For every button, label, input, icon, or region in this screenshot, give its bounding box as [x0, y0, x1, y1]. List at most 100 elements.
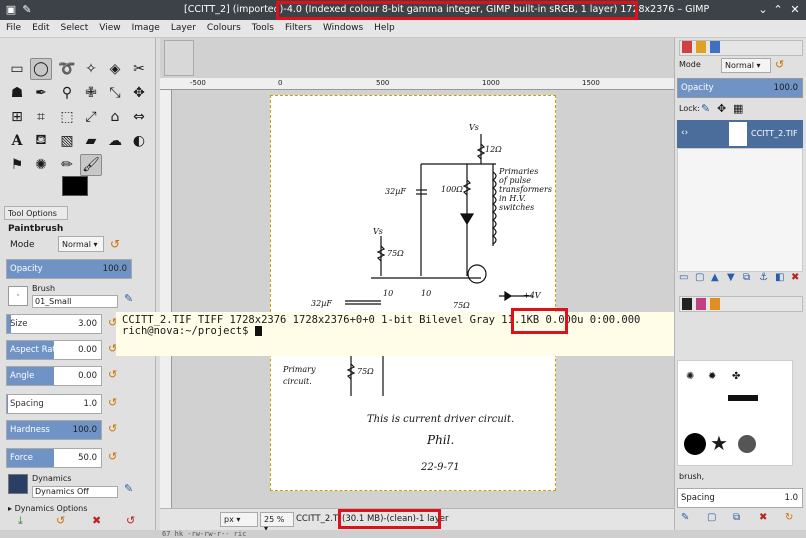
gradient-icon[interactable]: ▧	[56, 130, 78, 152]
duplicate-layer-icon[interactable]: ⧉	[743, 272, 750, 283]
new-brush-icon[interactable]: ▢	[707, 512, 716, 523]
smudge-icon[interactable]: ☁	[104, 130, 126, 152]
layers-list[interactable]	[677, 148, 803, 272]
image-thumbnail-tab[interactable]	[164, 40, 194, 76]
patterns-tab-icon[interactable]	[696, 298, 706, 310]
brush-bar-icon[interactable]	[728, 395, 758, 401]
text-tool-icon[interactable]: A	[6, 130, 28, 152]
dynamics-preview[interactable]	[8, 474, 28, 494]
menu-view[interactable]: View	[93, 20, 125, 33]
lock-alpha-icon[interactable]: ▦	[733, 102, 743, 115]
brush-name[interactable]: 01_Small	[32, 295, 118, 308]
menu-filters[interactable]: Filters	[279, 20, 317, 33]
anchor-layer-icon[interactable]: ⚓	[759, 272, 768, 283]
paths-icon[interactable]: ✒	[30, 82, 52, 104]
dodge-icon[interactable]: ◐	[128, 130, 150, 152]
paths-tab-icon[interactable]	[710, 41, 720, 53]
menu-file[interactable]: File	[0, 20, 26, 33]
delete-layer-icon[interactable]: ✖	[791, 272, 799, 283]
restore-options-icon[interactable]: ↺	[56, 514, 65, 527]
new-layer-group-icon[interactable]: ▭	[679, 272, 688, 283]
menu-colours[interactable]: Colours	[201, 20, 246, 33]
reset-icon[interactable]: ↺	[110, 237, 120, 251]
brush-splat-icon[interactable]: ✹	[708, 371, 716, 382]
cage-transform-icon[interactable]: ⌂	[104, 106, 126, 128]
edit-dynamics-icon[interactable]: ✎	[124, 482, 133, 495]
unit-select[interactable]: px ▾	[220, 512, 258, 527]
dynamics-value[interactable]: Dynamics Off	[32, 486, 118, 498]
move-icon[interactable]: ✥	[128, 82, 150, 104]
eraser-icon[interactable]: ▰	[80, 130, 102, 152]
force-slider[interactable]: Force 50.0	[6, 448, 102, 468]
new-layer-icon[interactable]: ▢	[695, 272, 704, 283]
brush-spacing-slider[interactable]: Spacing 1.0	[677, 488, 803, 508]
menu-layer[interactable]: Layer	[165, 20, 201, 33]
mask-layer-icon[interactable]: ◧	[775, 272, 784, 283]
foreground-color-swatch[interactable]	[62, 176, 88, 196]
dynamics-options-expander[interactable]: ▸ Dynamics Options	[8, 504, 87, 513]
lower-layer-icon[interactable]: ▼	[727, 272, 735, 283]
menu-windows[interactable]: Windows	[317, 20, 368, 33]
heal-icon[interactable]: ✺	[30, 154, 52, 176]
layers-mode-select[interactable]: Normal ▾	[721, 58, 771, 73]
layer-row[interactable]: ‹› CCITT_2.TIF	[677, 120, 803, 148]
warp-transform-icon[interactable]: ⤢	[80, 106, 102, 128]
measure-icon[interactable]: ⤡	[104, 82, 126, 104]
reset-angle-icon[interactable]: ↺	[108, 368, 117, 381]
size-slider[interactable]: Size 3.00	[6, 314, 102, 334]
select-by-color-icon[interactable]: ◈	[104, 58, 126, 80]
lock-pixels-icon[interactable]: ✎	[701, 102, 710, 115]
terminal-overlay[interactable]: CCITT_2.TIF TIFF 1728x2376 1728x2376+0+0…	[116, 312, 771, 356]
flip-icon[interactable]: ⇔	[128, 106, 150, 128]
spacing-slider[interactable]: Spacing 1.0	[6, 394, 102, 414]
duplicate-brush-icon[interactable]: ⧉	[733, 512, 740, 523]
menu-tools[interactable]: Tools	[246, 20, 279, 33]
brush-soft-circle-icon[interactable]	[738, 435, 756, 453]
tab-tool-options[interactable]: Tool Options	[4, 206, 68, 220]
brush-filter-field[interactable]: brush,	[679, 472, 704, 481]
brush-star-icon[interactable]: ✺	[686, 371, 694, 382]
color-picker-icon[interactable]: ⚲	[56, 82, 78, 104]
ellipse-select-icon[interactable]: ◯	[30, 58, 52, 80]
aspect-ratio-slider[interactable]: Aspect Ratio 0.00	[6, 340, 102, 360]
delete-options-icon[interactable]: ✖	[92, 514, 101, 527]
chevron-up-icon[interactable]: ⌃	[771, 3, 785, 17]
zoom-icon[interactable]: ✙	[80, 82, 102, 104]
close-icon[interactable]: ✕	[788, 3, 802, 17]
reset-force-icon[interactable]: ↺	[108, 450, 117, 463]
brush-hard-circle-icon[interactable]	[684, 433, 706, 455]
menu-help[interactable]: Help	[368, 20, 400, 33]
layers-tab-icon[interactable]	[682, 41, 692, 53]
brush-star-large-icon[interactable]: ★	[710, 431, 728, 455]
lock-position-icon[interactable]: ✥	[717, 102, 726, 115]
fuzzy-select-icon[interactable]: ✧	[80, 58, 102, 80]
paintbrush-icon[interactable]: 🖌	[80, 154, 102, 176]
chevron-down-icon[interactable]: ⌄	[756, 3, 770, 17]
fonts-tab-icon[interactable]	[710, 298, 720, 310]
brush-preview[interactable]: ·	[8, 286, 28, 306]
zoom-select[interactable]: 25 % ▾	[260, 512, 294, 533]
pin-icon[interactable]: ✎	[20, 3, 34, 17]
brush-leaf-icon[interactable]: ✤	[732, 371, 740, 382]
edit-brush-dock-icon[interactable]: ✎	[681, 512, 689, 523]
image-canvas[interactable]: Vs 12Ω Primaries of pulse transformers i…	[270, 95, 556, 491]
layers-mode-reset-icon[interactable]: ↺	[775, 58, 784, 71]
rect-select-icon[interactable]: ▭	[6, 58, 28, 80]
scissors-icon[interactable]: ✂	[128, 58, 150, 80]
edit-brush-icon[interactable]: ✎	[124, 292, 133, 305]
align-icon[interactable]: ⊞	[6, 106, 28, 128]
menu-edit[interactable]: Edit	[26, 20, 54, 33]
opacity-slider[interactable]: Opacity 100.0	[6, 259, 132, 279]
brushes-tab-icon[interactable]	[682, 298, 692, 310]
menu-select[interactable]: Select	[55, 20, 94, 33]
unified-transform-icon[interactable]: ⬚	[56, 106, 78, 128]
lasso-icon[interactable]: ➰	[56, 58, 78, 80]
menu-image[interactable]: Image	[126, 20, 165, 33]
layers-opacity-slider[interactable]: Opacity 100.0	[677, 78, 803, 98]
horizontal-ruler[interactable]: -500 0 500 1000 1500	[160, 78, 674, 90]
raise-layer-icon[interactable]: ▲	[711, 272, 719, 283]
crop-icon[interactable]: ⌗	[30, 106, 52, 128]
pencil-icon[interactable]: ✏	[56, 154, 78, 176]
delete-brush-icon[interactable]: ✖	[759, 512, 767, 523]
brushes-grid[interactable]: ✺ ✹ ✤ ★	[677, 360, 793, 466]
